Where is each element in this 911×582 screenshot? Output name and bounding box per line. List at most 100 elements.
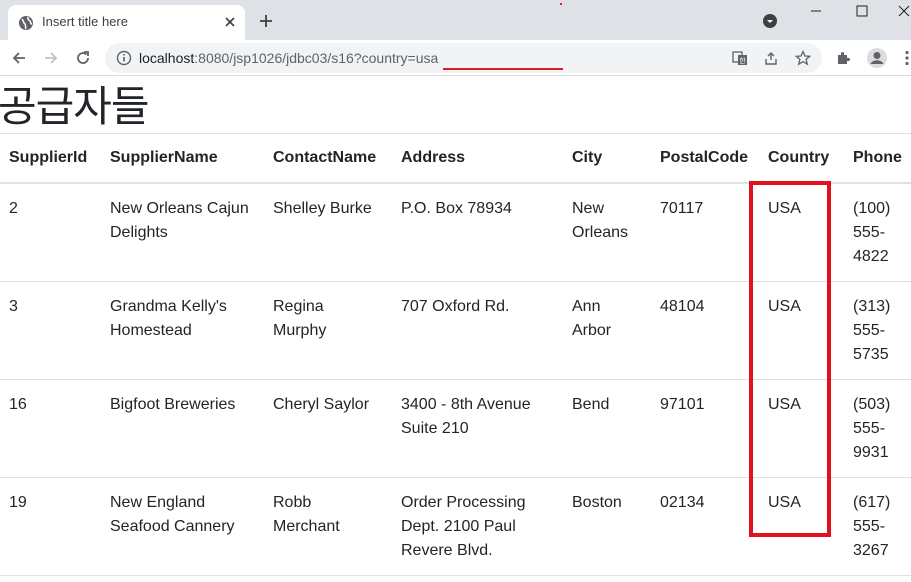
browser-toolbar: localhost:8080/jsp1026/jdbc03/s16?countr… xyxy=(0,40,911,76)
cell-line: 707 Oxford Rd. xyxy=(401,298,510,315)
cell-postal-code: 48104 xyxy=(651,281,759,380)
suppliers-table: SupplierId SupplierName ContactName Addr… xyxy=(0,133,911,576)
cell-line: Dept. 2100 Paul xyxy=(401,518,516,535)
cell-supplier-name: New England Seafood Cannery xyxy=(101,477,264,576)
cell-address: P.O. Box 78934 xyxy=(392,183,563,282)
header-contact-name: ContactName xyxy=(264,133,392,184)
cell-supplier-id: 16 xyxy=(0,379,101,478)
cell-contact-name: Regina Murphy xyxy=(264,281,392,380)
cell-line: Revere Blvd. xyxy=(401,542,493,559)
cell-line: Boston xyxy=(572,494,622,511)
window-close-icon[interactable] xyxy=(896,3,911,19)
table-header-row: SupplierId SupplierName ContactName Addr… xyxy=(0,133,911,184)
cell-line: (617) xyxy=(853,494,891,511)
minimize-icon[interactable] xyxy=(806,3,826,19)
header-supplier-name: SupplierName xyxy=(101,133,264,184)
cell-city: Bend xyxy=(563,379,651,478)
cell-contact-name: Robb Merchant xyxy=(264,477,392,576)
cell-phone: (617) 555- 3267 xyxy=(844,477,911,576)
forward-arrow-icon[interactable] xyxy=(41,48,61,68)
page-title: 공급자들 xyxy=(0,82,150,131)
cell-line: Seafood Cannery xyxy=(110,518,235,535)
cell-line: Delights xyxy=(110,224,168,241)
globe-icon xyxy=(19,16,33,30)
svg-text:한: 한 xyxy=(739,57,746,65)
cell-address: 707 Oxford Rd. xyxy=(392,281,563,380)
cell-line: Cheryl Saylor xyxy=(273,396,370,413)
url-path: :8080/jsp1026/jdbc03/s16?country=usa xyxy=(194,50,439,66)
cell-line: (503) xyxy=(853,396,891,413)
cell-supplier-name: New Orleans Cajun Delights xyxy=(101,183,264,282)
cell-line: Robb xyxy=(273,494,312,511)
address-bar[interactable]: localhost:8080/jsp1026/jdbc03/s16?countr… xyxy=(105,43,822,73)
cell-postal-code: 97101 xyxy=(651,379,759,478)
cell-line: Grandma Kelly's xyxy=(110,298,227,315)
cell-supplier-name: Bigfoot Breweries xyxy=(101,379,264,478)
header-postal-code: PostalCode xyxy=(651,133,759,184)
share-icon[interactable] xyxy=(763,50,779,66)
browser-tab[interactable]: Insert title here xyxy=(8,5,245,40)
cell-line: Bigfoot Breweries xyxy=(110,396,236,413)
cell-line: (313) xyxy=(853,298,891,315)
cell-postal-code: 70117 xyxy=(651,183,759,282)
cell-country: USA xyxy=(759,379,844,478)
cell-line: 9931 xyxy=(853,444,889,461)
url-red-underline xyxy=(443,68,563,70)
reload-icon[interactable] xyxy=(73,48,93,68)
cell-line: Orleans xyxy=(572,224,629,241)
cell-supplier-name: Grandma Kelly's Homestead xyxy=(101,281,264,380)
cell-line: Bend xyxy=(572,396,610,413)
cell-line: Merchant xyxy=(273,518,340,535)
red-dot xyxy=(560,3,562,5)
header-supplier-id: SupplierId xyxy=(0,133,101,184)
table-row: 16 Bigfoot Breweries Cheryl Saylor 3400 … xyxy=(0,379,911,478)
cell-line: New xyxy=(572,200,605,217)
cell-line: New Orleans Cajun xyxy=(110,200,249,217)
cell-line: P.O. Box 78934 xyxy=(401,200,512,217)
cell-line: Order Processing xyxy=(401,494,526,511)
header-country: Country xyxy=(759,133,844,184)
info-icon[interactable] xyxy=(116,50,132,66)
cell-phone: (503) 555- 9931 xyxy=(844,379,911,478)
header-city: City xyxy=(563,133,651,184)
menu-dots-icon[interactable] xyxy=(898,49,911,67)
translate-icon[interactable]: 한 xyxy=(732,50,748,66)
cell-line: New England xyxy=(110,494,206,511)
cell-line: Murphy xyxy=(273,322,327,339)
header-address: Address xyxy=(392,133,563,184)
cell-line: 4822 xyxy=(853,248,889,265)
close-tab-icon[interactable] xyxy=(221,13,239,31)
url-text[interactable]: localhost:8080/jsp1026/jdbc03/s16?countr… xyxy=(139,50,438,66)
cell-country: USA xyxy=(759,477,844,576)
cell-line: Arbor xyxy=(572,322,612,339)
cell-phone: (100) 555- 4822 xyxy=(844,183,911,282)
new-tab-plus-icon[interactable] xyxy=(256,11,276,31)
cell-postal-code: 02134 xyxy=(651,477,759,576)
cell-country: USA xyxy=(759,281,844,380)
cell-line: (100) xyxy=(853,200,891,217)
cell-line: Ann xyxy=(572,298,601,315)
tab-strip: Insert title here xyxy=(0,0,911,40)
cell-city: Ann Arbor xyxy=(563,281,651,380)
profile-avatar-icon[interactable] xyxy=(866,47,888,69)
table-row: 19 New England Seafood Cannery Robb Merc… xyxy=(0,477,911,576)
cell-line: 5735 xyxy=(853,346,889,363)
cell-supplier-id: 3 xyxy=(0,281,101,380)
cell-city: Boston xyxy=(563,477,651,576)
cell-line: Homestead xyxy=(110,322,192,339)
cell-address: Order Processing Dept. 2100 Paul Revere … xyxy=(392,477,563,576)
back-arrow-icon[interactable] xyxy=(9,48,29,68)
table-row: 2 New Orleans Cajun Delights Shelley Bur… xyxy=(0,183,911,282)
extensions-puzzle-icon[interactable] xyxy=(835,49,853,67)
maximize-icon[interactable] xyxy=(852,3,872,19)
table-row: 3 Grandma Kelly's Homestead Regina Murph… xyxy=(0,281,911,380)
tab-title: Insert title here xyxy=(42,14,128,29)
cell-contact-name: Cheryl Saylor xyxy=(264,379,392,478)
cell-line: Suite 210 xyxy=(401,420,469,437)
cell-line: 555- xyxy=(853,322,886,339)
cell-line: 555- xyxy=(853,420,886,437)
bookmark-star-icon[interactable] xyxy=(795,50,811,66)
cell-address: 3400 - 8th Avenue Suite 210 xyxy=(392,379,563,478)
cell-line: 3400 - 8th Avenue xyxy=(401,396,531,413)
tab-search-icon[interactable] xyxy=(762,13,778,29)
